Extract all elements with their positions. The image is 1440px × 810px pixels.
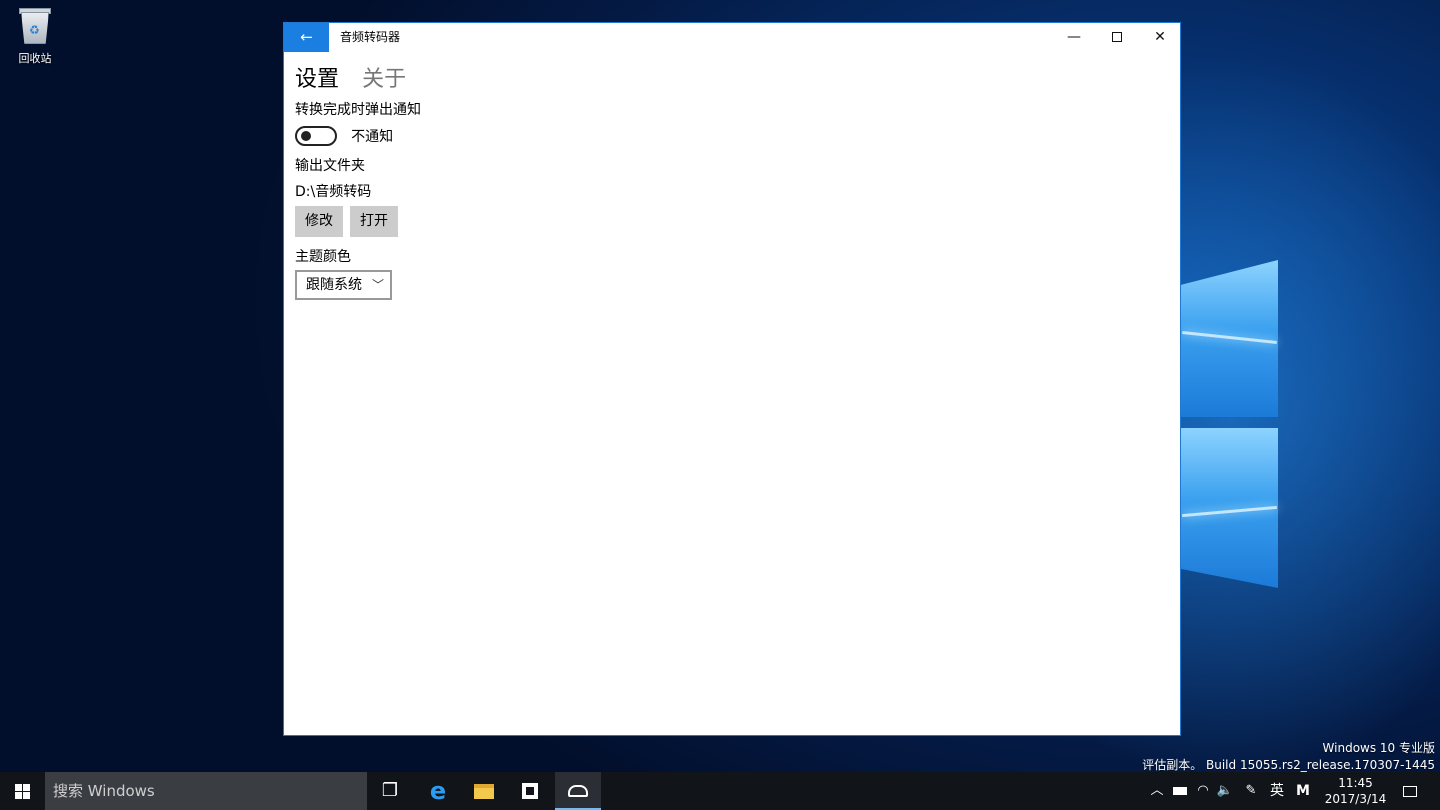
file-explorer-icon bbox=[474, 783, 494, 799]
desktop-icon-recycle-bin[interactable]: ♻ 回收站 bbox=[10, 6, 60, 66]
network-button[interactable]: ◠ bbox=[1193, 772, 1213, 810]
output-folder-path: D:\音频转码 bbox=[295, 184, 372, 200]
notification-icon bbox=[1403, 785, 1417, 797]
notify-toggle-label: 不通知 bbox=[351, 128, 394, 145]
volume-button[interactable]: 🔈 bbox=[1214, 772, 1236, 810]
battery-button[interactable] bbox=[1170, 772, 1190, 810]
speaker-icon: 🔈 bbox=[1216, 783, 1234, 798]
minimize-icon: — bbox=[1067, 29, 1081, 45]
start-button[interactable] bbox=[0, 772, 45, 810]
window-title: 音频转码器 bbox=[340, 30, 401, 44]
modify-folder-button[interactable]: 修改 bbox=[295, 206, 343, 237]
edge-button[interactable]: e bbox=[415, 772, 461, 810]
windows-logo-wallpaper bbox=[1180, 230, 1280, 590]
watermark-build: 评估副本。 Build 15055.rs2_release.170307-144… bbox=[1142, 758, 1435, 772]
desktop-icon-label: 回收站 bbox=[18, 52, 52, 65]
maximize-button[interactable] bbox=[1095, 23, 1139, 52]
maximize-icon bbox=[1112, 32, 1122, 42]
tab-settings[interactable]: 设置 bbox=[295, 61, 339, 93]
toggle-knob bbox=[301, 130, 311, 141]
output-folder-heading: 输出文件夹 bbox=[295, 158, 365, 174]
edge-icon: e bbox=[429, 777, 447, 805]
show-hidden-icons-button[interactable]: ︿ bbox=[1148, 772, 1166, 810]
theme-heading: 主题颜色 bbox=[295, 249, 351, 265]
pen-icon: ✎ bbox=[1245, 783, 1257, 798]
audio-converter-icon bbox=[568, 785, 588, 797]
theme-dropdown[interactable]: 跟随系统 ﹀ bbox=[295, 270, 392, 300]
close-button[interactable]: ✕ bbox=[1138, 23, 1182, 52]
task-view-button[interactable]: ❐ bbox=[367, 772, 413, 810]
back-button[interactable]: ← bbox=[284, 23, 329, 52]
clock[interactable]: 11:45 2017/3/14 bbox=[1318, 775, 1393, 807]
recycle-bin-icon: ♻ bbox=[18, 6, 52, 46]
notify-heading: 转换完成时弹出通知 bbox=[295, 102, 421, 118]
store-icon bbox=[522, 783, 538, 799]
notify-toggle-row: 不通知 bbox=[295, 125, 393, 147]
audio-converter-taskbar-button[interactable] bbox=[555, 772, 601, 810]
store-button[interactable] bbox=[507, 772, 553, 810]
battery-icon bbox=[1173, 786, 1187, 795]
clock-time: 11:45 bbox=[1338, 776, 1373, 790]
file-explorer-button[interactable] bbox=[461, 772, 507, 810]
action-center-button[interactable] bbox=[1398, 772, 1422, 810]
wifi-icon: ◠ bbox=[1197, 783, 1209, 798]
tab-about[interactable]: 关于 bbox=[362, 61, 406, 93]
title-bar[interactable]: ← 音频转码器 — ✕ bbox=[284, 23, 1180, 52]
theme-dropdown-value: 跟随系统 bbox=[306, 277, 362, 293]
close-icon: ✕ bbox=[1154, 29, 1166, 45]
pivot-tabs: 设置 关于 bbox=[295, 61, 424, 93]
minimize-button[interactable]: — bbox=[1052, 23, 1096, 52]
app-window: ← 音频转码器 — ✕ 设置 关于 转换完成时弹出通知 不通知 输出文件夹 D:… bbox=[283, 22, 1181, 736]
chevron-down-icon: ﹀ bbox=[371, 278, 384, 292]
input-language-button[interactable]: 英 bbox=[1266, 772, 1288, 810]
ime-mode-button[interactable]: M bbox=[1293, 772, 1313, 810]
task-view-icon: ❐ bbox=[381, 780, 399, 801]
taskbar: 搜索 Windows ❐ e ︿ ◠ 🔈 ✎ 英 M 11:45 2017/3/… bbox=[0, 772, 1440, 810]
back-arrow-icon: ← bbox=[300, 28, 313, 46]
chevron-up-icon: ︿ bbox=[1150, 783, 1164, 798]
windows-ink-button[interactable]: ✎ bbox=[1240, 772, 1262, 810]
watermark-edition: Windows 10 专业版 bbox=[1322, 741, 1435, 755]
taskbar-search-box[interactable]: 搜索 Windows bbox=[45, 772, 367, 810]
clock-date: 2017/3/14 bbox=[1324, 792, 1387, 806]
open-folder-button[interactable]: 打开 bbox=[350, 206, 398, 237]
notify-toggle-switch[interactable] bbox=[295, 125, 337, 146]
